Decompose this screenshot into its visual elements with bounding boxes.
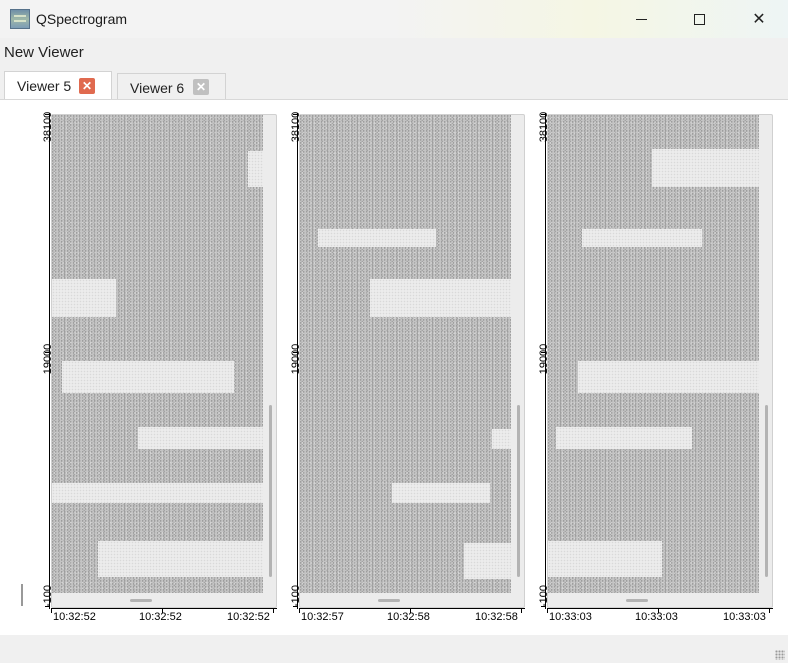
x-axis	[299, 608, 525, 609]
x-tick-label: 10:32:58	[475, 611, 518, 623]
x-tick	[299, 608, 300, 613]
horizontal-scrollbar[interactable]	[130, 599, 152, 602]
spectrogram-viewer: 38100 19000 -100 10:32:57 10:32:58 10:32…	[265, 100, 525, 636]
spectrogram-frame[interactable]	[299, 114, 525, 608]
horizontal-scrollbar[interactable]	[378, 599, 400, 602]
signal-band	[548, 541, 662, 577]
tab-label: Viewer 6	[130, 79, 185, 96]
x-tick-label: 10:33:03	[549, 611, 592, 623]
signal-band	[556, 427, 692, 449]
signal-band	[652, 149, 759, 187]
menu-bar: New Viewer	[0, 38, 788, 66]
minimize-button[interactable]	[618, 0, 664, 38]
x-tick-label: 10:33:03	[635, 611, 678, 623]
signal-band	[52, 279, 116, 317]
maximize-icon	[693, 13, 705, 25]
spectrogram-plot[interactable]	[548, 115, 759, 593]
close-icon: ✕	[752, 11, 766, 28]
close-window-button[interactable]: ✕	[736, 0, 782, 38]
resize-grip-icon[interactable]	[775, 650, 785, 660]
spectrogram-viewer: 38100 19000 -100 10:32:52 10:32:52 10:32…	[17, 100, 277, 636]
spectrogram-viewer: 38100 19000 -100 10:33:03 10:33:03 10:33…	[513, 100, 773, 636]
signal-band	[464, 543, 511, 579]
window-title: QSpectrogram	[36, 11, 128, 27]
signal-band	[582, 229, 702, 247]
x-tick	[51, 608, 52, 613]
x-tick-label: 10:32:52	[53, 611, 96, 623]
x-tick-label: 10:32:58	[387, 611, 430, 623]
signal-band	[392, 483, 490, 503]
x-axis	[547, 608, 773, 609]
x-axis	[51, 608, 277, 609]
spectrogram-frame[interactable]	[51, 114, 277, 608]
x-tick-label: 10:33:03	[723, 611, 766, 623]
viewer-content: 38100 19000 -100 10:32:52 10:32:52 10:32…	[0, 99, 788, 635]
status-bar	[0, 635, 788, 663]
menu-new-viewer[interactable]: New Viewer	[4, 44, 84, 61]
signal-band	[370, 279, 511, 317]
signal-band	[62, 361, 234, 393]
x-tick-label: 10:32:52	[139, 611, 182, 623]
horizontal-scrollbar[interactable]	[626, 599, 648, 602]
minimize-icon	[635, 18, 647, 20]
spectrogram-frame[interactable]	[547, 114, 773, 608]
tab-viewer-5[interactable]: Viewer 5 ✕	[4, 71, 112, 100]
signal-band	[52, 483, 263, 503]
x-tick-label: 10:32:52	[227, 611, 270, 623]
signal-band	[248, 151, 263, 187]
signal-band	[138, 427, 263, 449]
tab-bar: Viewer 5 ✕ Viewer 6 ✕	[0, 70, 788, 101]
title-bar[interactable]: QSpectrogram ✕	[0, 0, 788, 38]
tab-viewer-6[interactable]: Viewer 6 ✕	[117, 73, 226, 101]
spectrogram-app-icon	[10, 9, 30, 29]
close-icon[interactable]: ✕	[193, 79, 209, 95]
x-tick	[547, 608, 548, 613]
x-tick-label: 10:32:57	[301, 611, 344, 623]
signal-band	[492, 429, 511, 449]
signal-band	[578, 361, 759, 393]
close-icon[interactable]: ✕	[79, 78, 95, 94]
x-tick	[769, 608, 770, 613]
maximize-button[interactable]	[676, 0, 722, 38]
spectrogram-plot[interactable]	[52, 115, 263, 593]
spectrogram-plot[interactable]	[300, 115, 511, 593]
vertical-scrollbar[interactable]	[765, 405, 768, 577]
signal-band	[98, 541, 263, 577]
signal-band	[318, 229, 436, 247]
